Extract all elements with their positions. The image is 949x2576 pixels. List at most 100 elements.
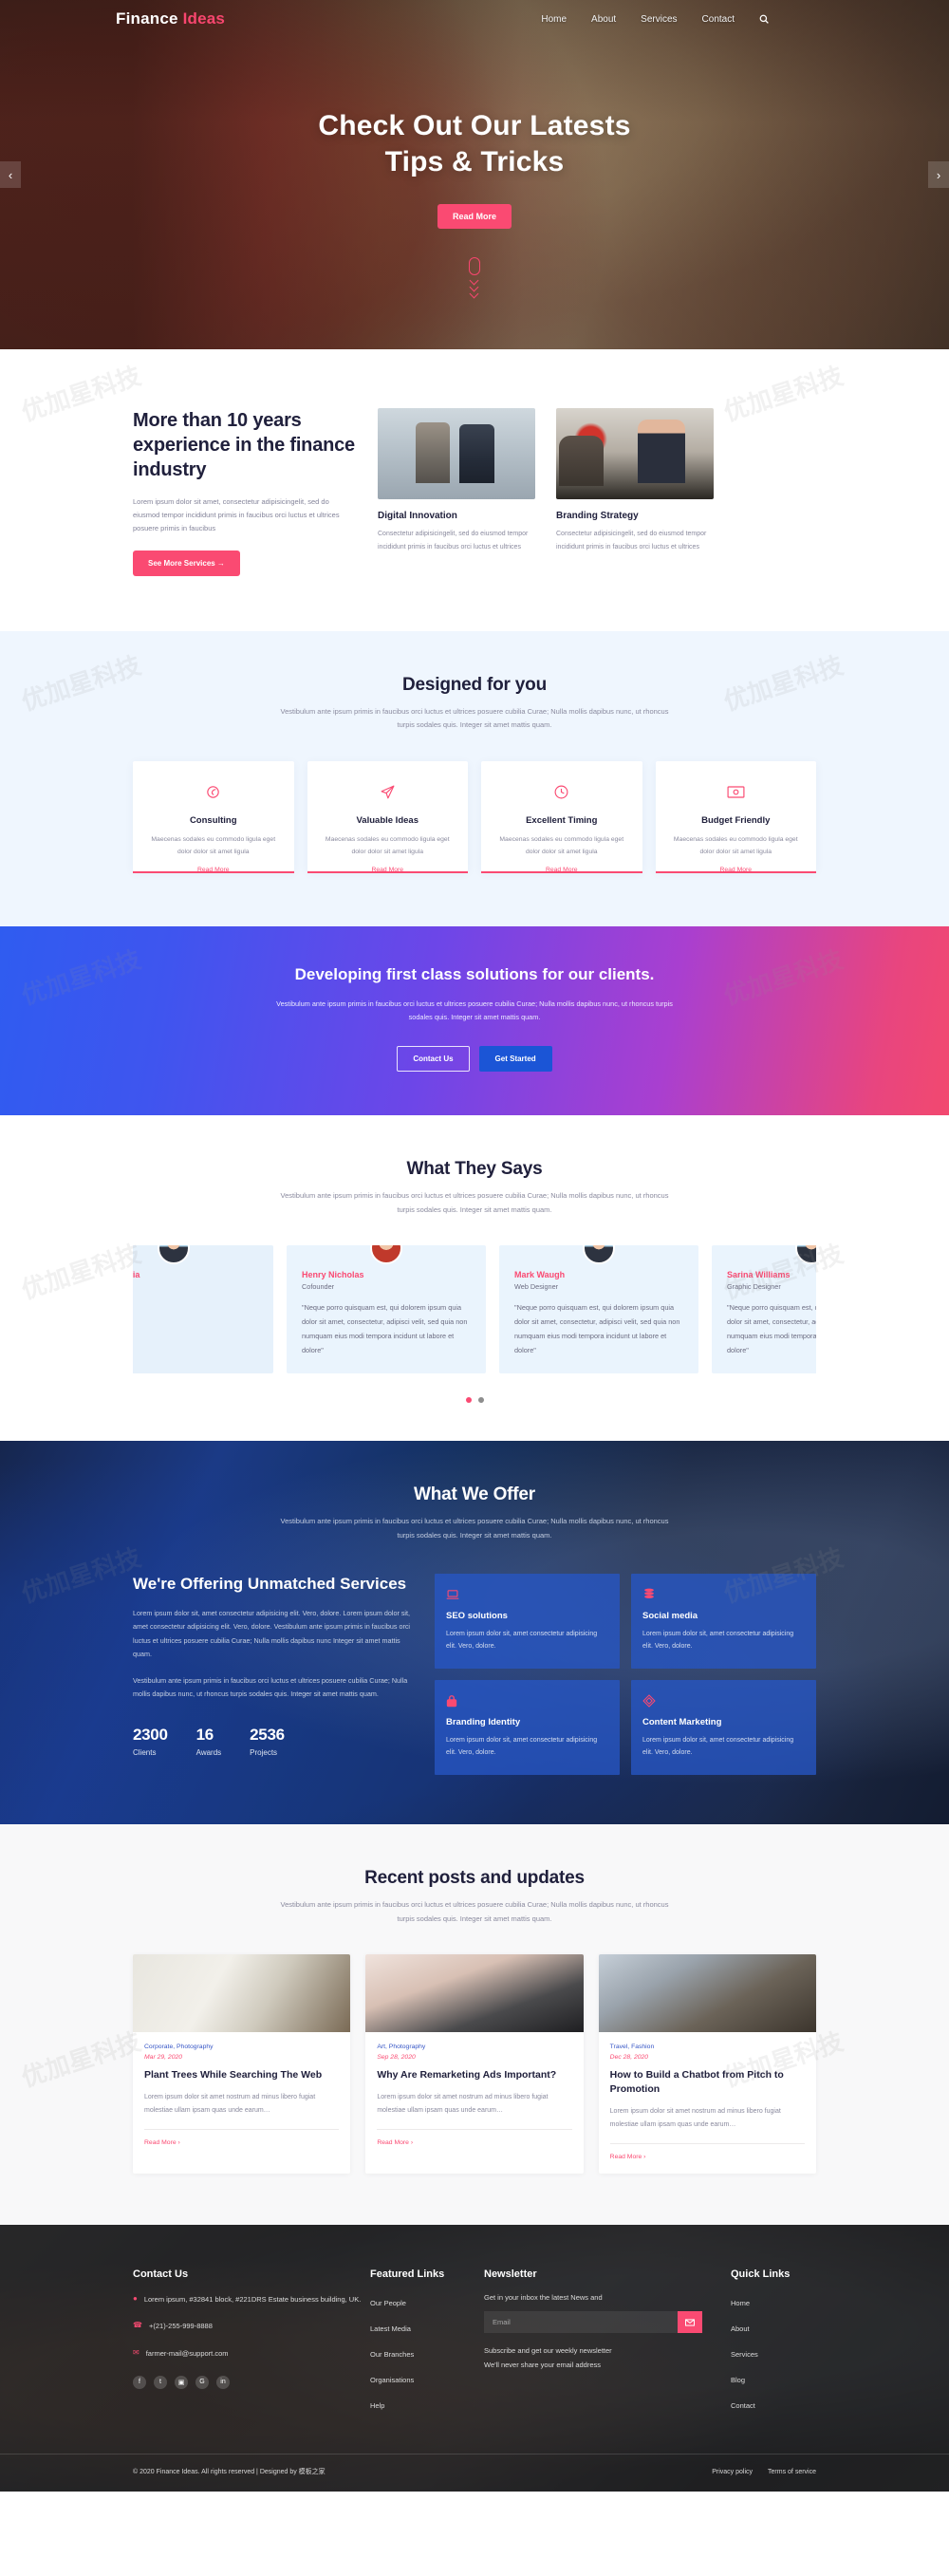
blog-category[interactable]: Corporate, Photography [144,2044,339,2050]
feature-read-more-link[interactable]: Read More [546,867,578,873]
blog-thumbnail [598,1954,816,2033]
terms-of-service-link[interactable]: Terms of service [768,2469,816,2475]
blog-title[interactable]: Why Are Remarketing Ads Important? [377,2068,571,2082]
footer-quick-link-about[interactable]: About [731,2324,750,2333]
logo-text-primary: Finance [116,9,178,28]
blog-read-more-link[interactable]: Read More › [377,2129,572,2146]
blog-card[interactable]: Travel, Fashion Dec 28, 2020 How to Buil… [598,1954,816,2175]
twitter-icon[interactable]: t [154,2375,167,2389]
feature-card-title: Budget Friendly [701,814,771,826]
footer-social-links: f t ▣ G in [133,2375,370,2389]
testimonial-quote: "Neque porro quisquam est, qui dolorem i… [727,1303,816,1355]
about-card-text: Consectetur adipisicingelit, sed do eius… [378,531,529,551]
hero-read-more-button[interactable]: Read More [437,203,512,229]
privacy-policy-link[interactable]: Privacy policy [712,2469,753,2475]
testimonial-card[interactable]: Mark Waugh Web Designer "Neque porro qui… [499,1245,698,1374]
hero-title-line-2: Tips & Tricks [384,146,565,178]
search-icon[interactable] [759,14,769,24]
google-plus-icon[interactable]: G [195,2375,209,2389]
offer-card-text: Lorem ipsum dolor sit, amet consectetur … [446,1736,598,1757]
carousel-next-button[interactable]: › [928,161,949,188]
chevron-down-icon [471,290,478,295]
footer-link-organisations[interactable]: Organisations [370,2376,414,2384]
section-subtitle: Vestibulum ante ipsum primis in faucibus… [280,1900,669,1923]
feature-card-excellent-timing[interactable]: Excellent Timing Maecenas sodales eu com… [481,760,642,873]
footer-link-latest-media[interactable]: Latest Media [370,2324,411,2333]
testimonial-name: Sarina Williams [727,1270,791,1280]
branding-strategy-image [556,408,714,499]
carousel-dot-2[interactable] [477,1397,484,1404]
blog-category[interactable]: Art, Photography [377,2044,571,2050]
mouse-scroll-icon[interactable] [469,256,480,295]
feature-card-text: Maecenas sodales eu commodo ligula eget … [151,835,276,856]
get-started-button[interactable]: Get Started [478,1046,552,1072]
site-footer: Contact Us ● Lorem ipsum, #32841 block, … [0,2225,949,2492]
offer-card-title: Branding Identity [446,1716,521,1727]
testimonial-card[interactable]: Henry Nicholas Cofounder "Neque porro qu… [287,1245,486,1374]
footer-quick-link-home[interactable]: Home [731,2299,750,2307]
offer-paragraph-1: Lorem ipsum dolor sit, amet consectetur … [133,1608,411,1659]
offer-card-branding-identity[interactable]: Branding Identity Lorem ipsum dolor sit,… [435,1679,620,1776]
footer-email[interactable]: farmer-mail@support.com [146,2347,229,2361]
avatar [583,1245,615,1265]
footer-quick-link-blog[interactable]: Blog [731,2376,745,2384]
stat-label: Clients [133,1748,157,1758]
offer-card-text: Lorem ipsum dolor sit, amet consectetur … [642,1630,794,1651]
instagram-icon[interactable]: ▣ [175,2375,188,2389]
footer-link-help[interactable]: Help [370,2401,384,2410]
lock-icon [446,1693,608,1708]
blog-card[interactable]: Corporate, Photography Mar 29, 2020 Plan… [133,1954,351,2175]
carousel-prev-button[interactable]: ‹ [0,161,21,188]
footer-quick-link-contact[interactable]: Contact [731,2401,755,2410]
nav-item-about[interactable]: About [591,14,616,25]
feature-card-valuable-ideas[interactable]: Valuable Ideas Maecenas sodales eu commo… [307,760,468,873]
blog-read-more-link[interactable]: Read More › [609,2143,805,2160]
section-subtitle: Vestibulum ante ipsum primis in faucibus… [280,1517,669,1540]
nav-item-services[interactable]: Services [641,14,677,25]
offer-card-content-marketing[interactable]: Content Marketing Lorem ipsum dolor sit,… [631,1679,816,1776]
nav-item-home[interactable]: Home [541,14,567,25]
footer-column-title: Newsletter [484,2268,537,2281]
blog-category[interactable]: Travel, Fashion [610,2044,805,2050]
digital-innovation-image [378,408,535,499]
feature-read-more-link[interactable]: Read More [197,867,230,873]
feature-card-consulting[interactable]: Consulting Maecenas sodales eu commodo l… [133,760,294,873]
stat-value: 2536 [250,1726,285,1745]
offer-card-seo-solutions[interactable]: SEO solutions Lorem ipsum dolor sit, ame… [435,1573,620,1669]
about-section: More than 10 years experience in the fin… [0,349,949,631]
nav-item-contact[interactable]: Contact [702,14,735,25]
newsletter-email-input[interactable] [484,2311,678,2334]
blog-thumbnail [365,1954,584,2033]
see-more-services-button[interactable]: See More Services → [133,550,240,576]
footer-link-our-branches[interactable]: Our Branches [370,2350,414,2359]
testimonial-card[interactable]: Sarina Williams Graphic Designer "Neque … [712,1245,816,1374]
feature-read-more-link[interactable]: Read More [371,867,403,873]
feature-card-budget-friendly[interactable]: Budget Friendly Maecenas sodales eu comm… [655,760,816,873]
blog-card[interactable]: Art, Photography Sep 28, 2020 Why Are Re… [365,1954,584,2175]
hero-title: Check Out Our Latests Tips & Tricks [318,108,630,181]
stat-value: 16 [195,1726,214,1745]
about-card-title: Digital Innovation [378,511,457,521]
feature-read-more-link[interactable]: Read More [719,867,752,873]
feature-card-text: Maecenas sodales eu commodo ligula eget … [499,835,624,856]
blog-date: Dec 28, 2020 [609,2054,649,2062]
cta-button-group: Contact Us Get Started [0,1046,949,1072]
testimonial-card[interactable]: Sarina Willia [133,1245,273,1374]
contact-us-button[interactable]: Contact Us [397,1046,470,1072]
blog-title[interactable]: How to Build a Chatbot from Pitch to Pro… [610,2068,805,2097]
offer-card-social-media[interactable]: Social media Lorem ipsum dolor sit, amet… [631,1573,816,1669]
about-paragraph: Lorem ipsum dolor sit amet, consectetur … [133,497,340,532]
testimonial-carousel[interactable]: Sarina Willia Henry Nicholas Cofounder "… [133,1245,816,1378]
footer-link-our-people[interactable]: Our People [370,2299,406,2307]
feature-card-text: Maecenas sodales eu commodo ligula eget … [325,835,450,856]
carousel-dot-1[interactable] [465,1397,472,1404]
blog-read-more-link[interactable]: Read More › [144,2129,340,2146]
blog-title[interactable]: Plant Trees While Searching The Web [144,2068,339,2082]
footer-featured-links-column: Featured Links Our People Latest Media O… [370,2268,484,2421]
linkedin-icon[interactable]: in [216,2375,230,2389]
site-logo[interactable]: Finance Ideas [116,9,225,28]
newsletter-submit-button[interactable] [678,2311,702,2334]
footer-quick-link-services[interactable]: Services [731,2350,758,2359]
footer-phone[interactable]: +(21)-255-999-8888 [149,2320,213,2333]
facebook-icon[interactable]: f [133,2375,146,2389]
